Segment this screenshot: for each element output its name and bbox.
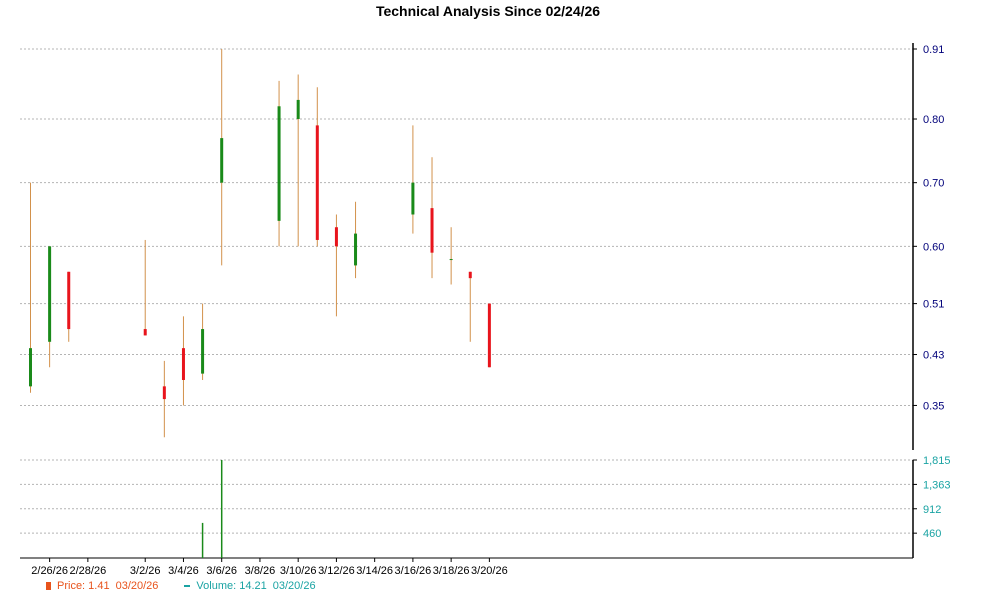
candle-body: [162, 386, 166, 400]
price-tick-label: 0.60: [923, 241, 944, 253]
candle-body: [67, 271, 71, 330]
legend-price-date: 03/20/26: [115, 580, 159, 592]
candle-body: [315, 125, 319, 240]
candle-body: [334, 227, 338, 247]
tick-labels: 0.91 0.80 0.70 0.60 0.51 0.43 0.35 1,815 1,363 91…: [31, 44, 950, 577]
candle-body: [143, 329, 147, 336]
chart-title: Technical Analysis Since 02/24/26: [376, 3, 600, 19]
x-tick-label: 3/6/26: [206, 565, 237, 577]
x-tick-label: 3/20/26: [471, 565, 508, 577]
price-tick-label: 0.51: [923, 299, 944, 311]
legend-price: Price: 1.41 03/20/26: [46, 580, 158, 592]
candle-body: [411, 182, 415, 215]
legend-volume-date: 03/20/26: [272, 580, 316, 592]
candle-body: [468, 271, 472, 279]
volume-tick-label: 912: [923, 504, 941, 516]
chart: Technical Analysis Since 02/24/26 0.910.…: [20, 3, 951, 577]
candle-body: [48, 246, 52, 342]
candles: [29, 49, 491, 438]
x-tick-label: 3/18/26: [433, 565, 470, 577]
gridlines: [20, 48, 913, 534]
x-tick-label: 3/2/26: [130, 565, 161, 577]
x-tick-label: 2/26/26: [31, 565, 68, 577]
candle-body: [430, 208, 434, 253]
x-tick-label: 3/10/26: [280, 565, 317, 577]
price-tick-label: 0.35: [923, 400, 944, 412]
candle-body: [220, 138, 224, 183]
candle-body: [201, 329, 205, 374]
legend: Price: 1.41 03/20/26 Volume: 14.21 03/20…: [46, 580, 316, 592]
candle-body: [29, 348, 32, 387]
candle-body: [296, 99, 300, 120]
x-tick-label: 3/12/26: [318, 565, 355, 577]
legend-volume-label: Volume: 14.21: [196, 580, 267, 592]
volume-tick-label: 460: [923, 528, 941, 540]
candle-body: [354, 233, 358, 266]
price-swatch-icon: [46, 582, 51, 590]
price-tick-label: 0.70: [923, 178, 944, 190]
candle-body: [449, 259, 453, 261]
legend-price-label: Price: 1.41: [57, 580, 110, 592]
candle-body: [277, 106, 281, 221]
x-tick-label: 3/14/26: [356, 565, 393, 577]
volume-swatch-icon: [184, 585, 191, 587]
candle-body: [487, 303, 491, 368]
legend-volume: Volume: 14.21 03/20/26: [184, 580, 316, 592]
x-tick-label: 2/28/26: [70, 565, 107, 577]
volume-tick-label: 1,815: [923, 455, 951, 467]
x-tick-label: 3/4/26: [168, 565, 199, 577]
x-tick-label: 3/8/26: [245, 565, 276, 577]
price-tick-label: 0.80: [923, 114, 944, 126]
price-tick-label: 0.43: [923, 350, 944, 362]
volume-tick-label: 1,363: [923, 479, 951, 491]
price-tick-label: 0.91: [923, 44, 944, 56]
candle-body: [181, 348, 185, 380]
x-tick-label: 3/16/26: [395, 565, 432, 577]
